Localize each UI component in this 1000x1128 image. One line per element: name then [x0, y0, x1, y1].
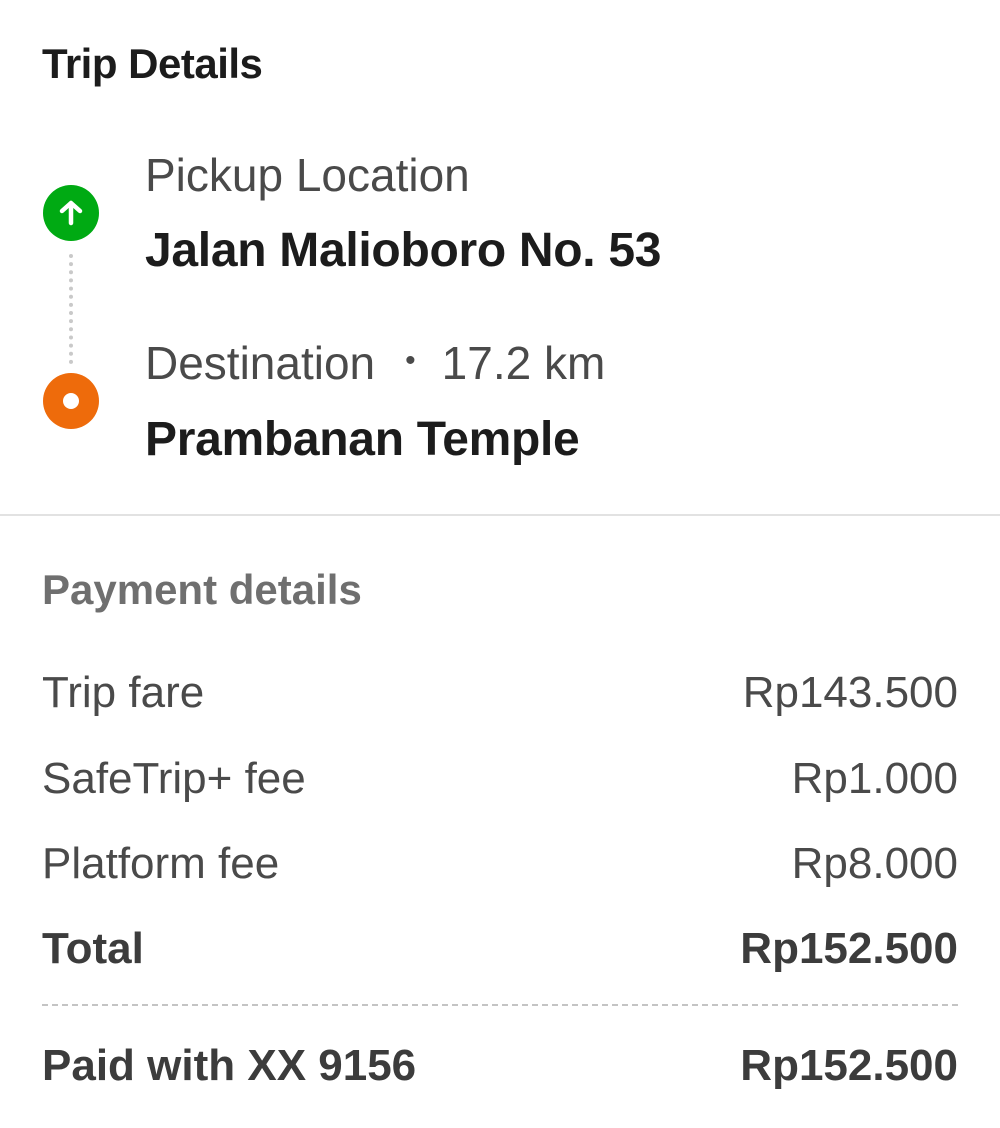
- pickup-location-value: Jalan Malioboro No. 53: [145, 224, 662, 277]
- trip-details-section: Trip Details Pickup Location Jalan Malio…: [0, 0, 1000, 516]
- pickup-location-label: Pickup Location: [145, 149, 470, 201]
- safetrip-fee-value: Rp1.000: [791, 754, 958, 803]
- paid-amount: Rp152.500: [740, 1041, 958, 1090]
- safetrip-fee-row: SafeTrip+ fee Rp1.000: [42, 754, 958, 810]
- destination-pin-icon: [43, 373, 99, 429]
- fare-row: Trip fare Rp143.500: [42, 668, 958, 724]
- separator-dot: •: [405, 343, 416, 377]
- dashed-divider: [42, 1004, 958, 1006]
- destination-value: Prambanan Temple: [145, 413, 580, 466]
- total-row: Total Rp152.500: [42, 924, 958, 980]
- arrow-up-icon: [59, 200, 83, 226]
- destination-label: Destination: [145, 337, 376, 389]
- paid-with-label: Paid with XX 9156: [42, 1041, 417, 1090]
- platform-fee-label: Platform fee: [42, 839, 280, 888]
- fare-label: Trip fare: [42, 668, 205, 717]
- paid-with-row: Paid with XX 9156 Rp152.500: [42, 1041, 958, 1097]
- trip-details-title: Trip Details: [42, 40, 263, 87]
- route-connector-line: [69, 254, 73, 364]
- platform-fee-value: Rp8.000: [791, 839, 958, 888]
- trip-distance: 17.2 km: [441, 337, 606, 389]
- destination-dot-icon: [63, 393, 79, 409]
- payment-details-section: Payment details Trip fare Rp143.500 Safe…: [0, 516, 1000, 1128]
- fare-value: Rp143.500: [742, 668, 958, 717]
- destination-label-row: Destination • 17.2 km: [145, 336, 605, 390]
- platform-fee-row: Platform fee Rp8.000: [42, 839, 958, 895]
- pickup-pin-icon: [43, 185, 99, 241]
- payment-details-title: Payment details: [42, 566, 362, 613]
- safetrip-fee-label: SafeTrip+ fee: [42, 754, 306, 803]
- total-label: Total: [42, 924, 144, 973]
- total-value: Rp152.500: [740, 924, 958, 973]
